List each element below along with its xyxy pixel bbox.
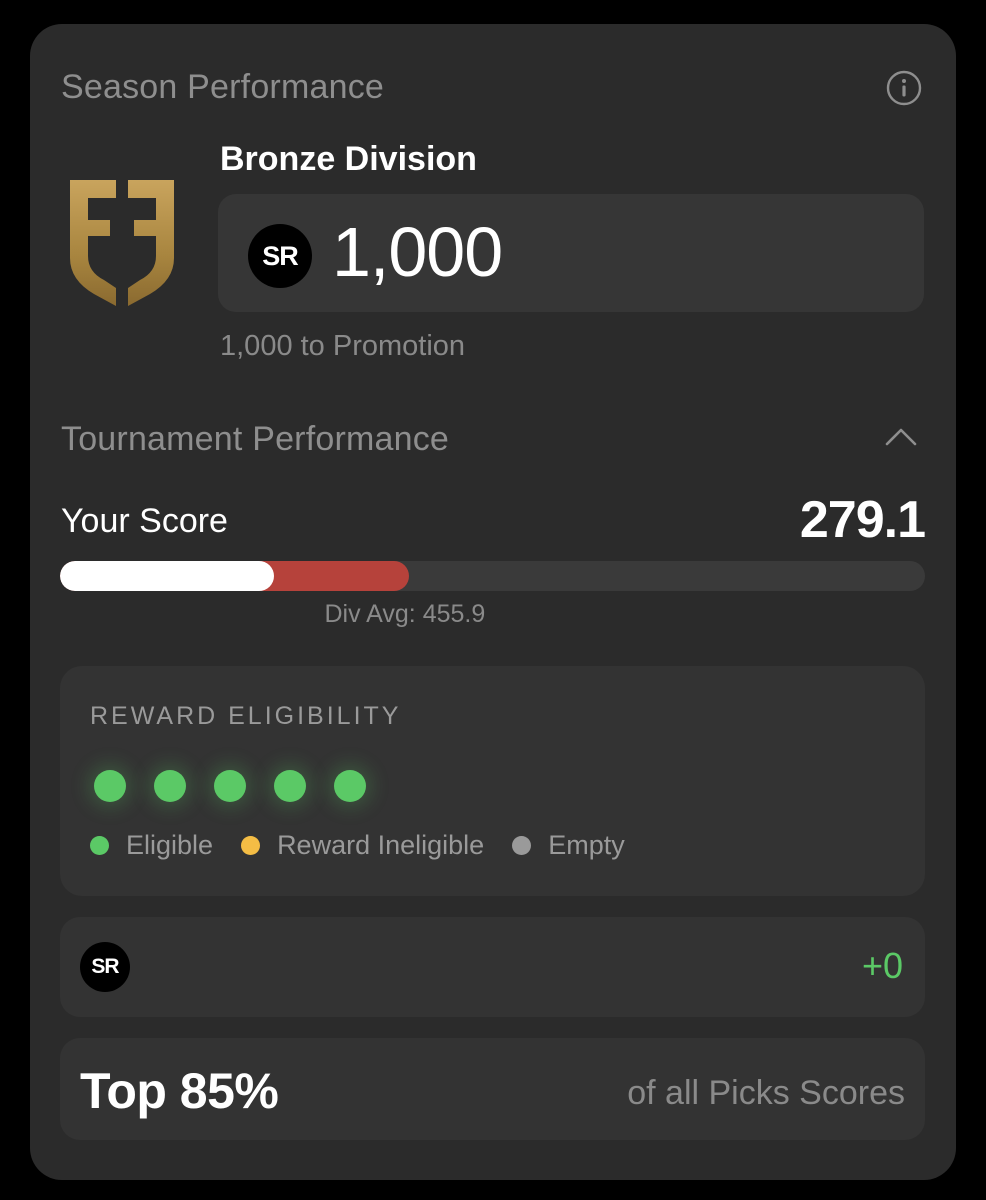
reward-eligibility-panel: REWARD ELIGIBILITY Eligible Reward Inelig… [60,666,925,896]
sr-rating-box: SR 1,000 [218,194,924,312]
division-logo [66,176,178,310]
tournament-performance-title: Tournament Performance [61,420,450,458]
score-progress-bar [60,561,925,591]
sr-badge-icon: SR [80,942,130,992]
eligibility-dots [94,770,366,802]
rank-percentile-row: Top 85% of all Picks Scores [60,1038,925,1140]
legend-label: Eligible [126,830,214,860]
rank-percentile-value: Top 85% [80,1063,279,1119]
rank-percentile-suffix: of all Picks Scores [627,1074,905,1112]
eligibility-dot [154,770,186,802]
sr-badge-icon: SR [248,224,312,288]
legend-item: Empty [512,830,625,861]
promotion-text: 1,000 to Promotion [220,330,466,362]
info-icon[interactable] [886,70,922,106]
sr-value: 1,000 [332,213,503,291]
division-name: Bronze Division [220,140,477,178]
legend-item: Reward Ineligible [241,830,484,861]
eligibility-dot [214,770,246,802]
legend-item: Eligible [90,830,213,861]
reward-eligibility-title: REWARD ELIGIBILITY [90,702,402,730]
season-performance-title: Season Performance [61,68,384,106]
legend-dot [241,836,261,855]
legend-label: Empty [548,830,625,860]
eligibility-dot [94,770,126,802]
season-performance-card: Season Performance Bronze Division SR 1,… [30,24,956,1180]
legend-dot [90,836,109,855]
eligibility-dot [334,770,366,802]
your-score-label: Your Score [61,502,228,540]
legend-dot [512,836,532,855]
score-value: 279.1 [799,491,926,549]
sr-change-row: SR +0 [60,917,925,1017]
chevron-up-icon[interactable] [884,424,918,448]
division-average-label: Div Avg: 455.9 [324,600,486,628]
legend-label: Reward Ineligible [277,830,485,860]
your-score-fill [60,561,274,591]
eligibility-dot [274,770,306,802]
sr-delta-value: +0 [861,945,903,986]
eligibility-legend: Eligible Reward Ineligible Empty [90,830,653,861]
